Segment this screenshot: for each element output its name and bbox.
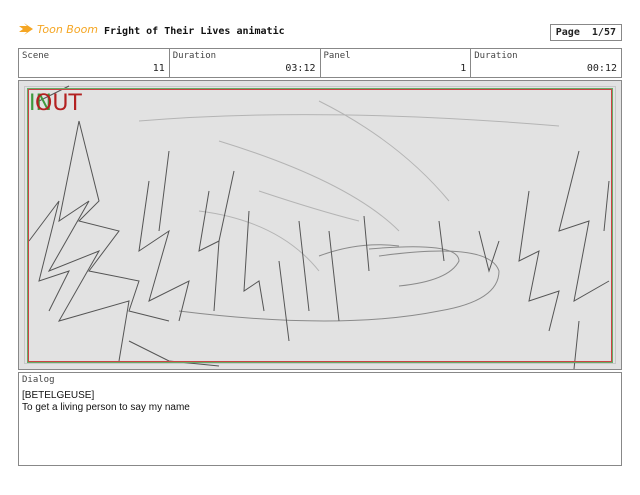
project-title: Fright of Their Lives animatic [104, 26, 285, 37]
scene-duration-cell: Duration 03:12 [170, 49, 321, 77]
scene-cell: Scene 11 [19, 49, 170, 77]
panel-duration-value: 00:12 [586, 63, 617, 74]
page-value: 1/57 [591, 27, 616, 38]
scene-info-row: Scene 11 Duration 03:12 Panel 1 Duration… [18, 48, 622, 78]
storyboard-panel: IN OUT [18, 80, 622, 370]
scene-label: Scene [22, 51, 50, 61]
scene-value: 11 [152, 63, 165, 74]
panel-duration-cell: Duration 00:12 [471, 49, 621, 77]
dialog-character: [BETELGEUSE] [22, 390, 95, 401]
panel-value: 1 [460, 63, 467, 74]
out-marker: OUT [35, 91, 82, 116]
panel-label: Panel [323, 51, 351, 61]
panel-cell: Panel 1 [321, 49, 472, 77]
storyboard-header: Toon Boom Fright of Their Lives animatic… [18, 20, 622, 46]
camera-frame-red [28, 89, 612, 362]
panel-duration-label: Duration [474, 51, 518, 61]
scene-duration-label: Duration [172, 51, 217, 61]
scene-duration-value: 03:12 [285, 63, 316, 74]
logo-text: Toon Boom [37, 22, 99, 36]
dialog-text: [BETELGEUSE] To get a living person to s… [22, 390, 190, 414]
page-label: Page [555, 27, 580, 38]
dialog-label: Dialog [22, 375, 55, 385]
page-indicator: Page 1/57 [549, 24, 622, 41]
dialog-box: Dialog [BETELGEUSE] To get a living pers… [18, 372, 622, 466]
dialog-line: To get a living person to say my name [22, 402, 190, 413]
star-icon [19, 23, 33, 35]
toon-boom-logo: Toon Boom [18, 22, 98, 36]
